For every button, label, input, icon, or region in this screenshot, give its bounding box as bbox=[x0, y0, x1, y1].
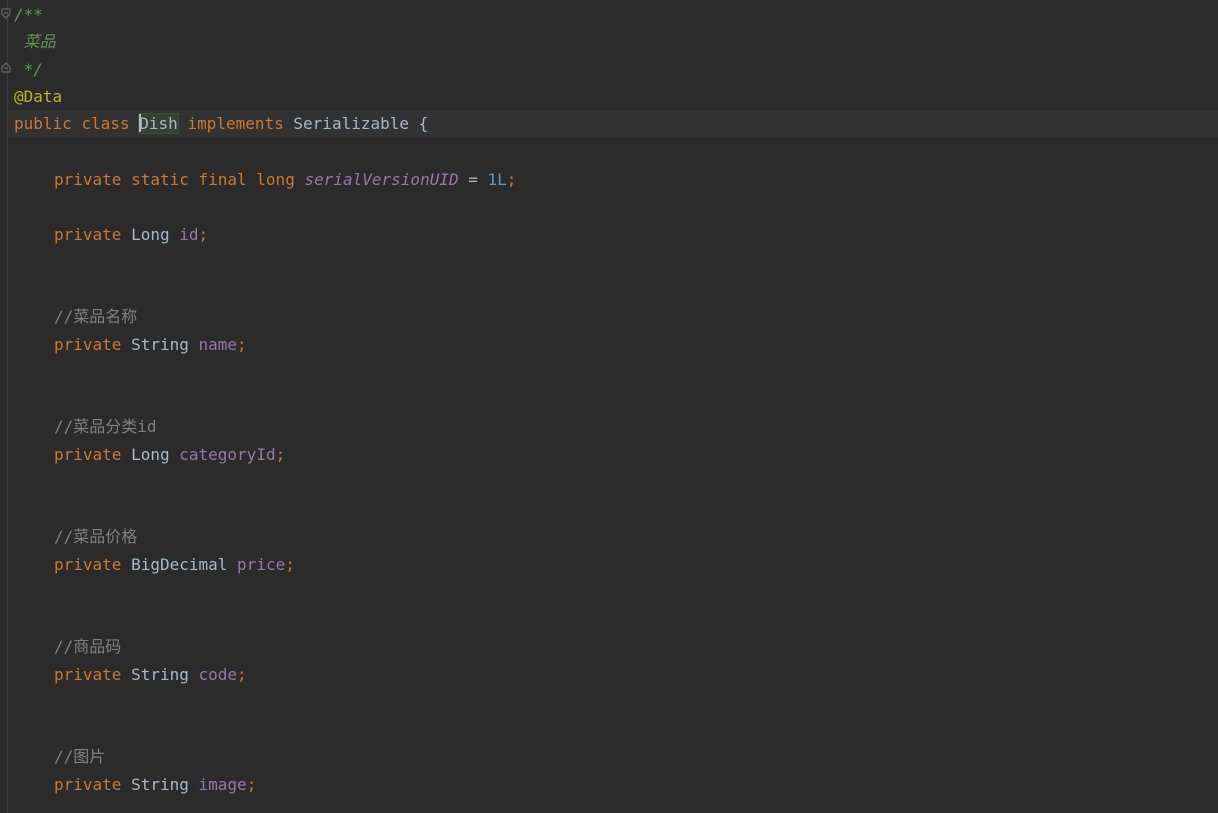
numeric-literal: 1L bbox=[487, 170, 507, 189]
field-id[interactable]: private Long id; bbox=[54, 221, 208, 248]
assign-operator: = bbox=[468, 170, 478, 189]
field-modifier: private bbox=[54, 225, 122, 244]
comment-name: //菜品名称 bbox=[54, 307, 138, 326]
interface-name[interactable]: Serializable bbox=[293, 114, 409, 133]
field-type[interactable]: Long bbox=[131, 225, 170, 244]
field-type[interactable]: String bbox=[131, 335, 189, 354]
semicolon: ; bbox=[237, 665, 247, 684]
field-type[interactable]: BigDecimal bbox=[131, 555, 227, 574]
field-type[interactable]: Long bbox=[131, 445, 170, 464]
comment-category-id: //菜品分类id bbox=[54, 417, 157, 436]
field-image[interactable]: private String image; bbox=[54, 771, 256, 798]
field-modifiers: private static final long bbox=[54, 170, 295, 189]
doc-comment-open: /** bbox=[14, 5, 43, 24]
field-modifier: private bbox=[54, 775, 122, 794]
field-name[interactable]: serialVersionUID bbox=[304, 170, 458, 189]
serial-version-field[interactable]: private static final long serialVersionU… bbox=[54, 166, 516, 193]
semicolon: ; bbox=[198, 225, 209, 244]
public-keyword: public bbox=[14, 114, 72, 133]
field-name[interactable]: name bbox=[199, 335, 238, 354]
field-name[interactable]: code bbox=[199, 665, 238, 684]
class-name[interactable]: Dish bbox=[138, 113, 179, 134]
code-editor[interactable]: /** 菜品 */ @Data public class Dish implem… bbox=[0, 0, 1218, 813]
field-name[interactable]: image bbox=[199, 775, 247, 794]
semicolon: ; bbox=[246, 775, 257, 794]
field-modifier: private bbox=[54, 555, 122, 574]
field-type[interactable]: String bbox=[131, 665, 189, 684]
semicolon: ; bbox=[285, 555, 295, 574]
field-name[interactable]: categoryId bbox=[179, 445, 275, 464]
field-type[interactable]: String bbox=[131, 775, 189, 794]
implements-keyword: implements bbox=[187, 114, 284, 133]
comment-code: //商品码 bbox=[54, 637, 122, 656]
open-brace: { bbox=[418, 114, 429, 133]
field-name[interactable]: id bbox=[179, 225, 198, 244]
field-name[interactable]: price bbox=[237, 555, 285, 574]
field-code[interactable]: private String code; bbox=[54, 661, 247, 688]
fold-collapse-icon[interactable] bbox=[1, 8, 11, 20]
comment-price: //菜品价格 bbox=[54, 527, 138, 546]
field-category-id[interactable]: private Long categoryId; bbox=[54, 441, 285, 468]
semicolon: ; bbox=[275, 445, 286, 464]
field-price[interactable]: private BigDecimal price; bbox=[54, 551, 295, 578]
semicolon: ; bbox=[506, 170, 517, 189]
semicolon: ; bbox=[237, 335, 247, 354]
fold-end-icon[interactable] bbox=[1, 61, 11, 73]
class-keyword: class bbox=[81, 114, 130, 133]
field-modifier: private bbox=[54, 335, 122, 354]
doc-comment-close: */ bbox=[14, 60, 43, 79]
field-modifier: private bbox=[54, 445, 122, 464]
data-annotation[interactable]: @Data bbox=[14, 83, 62, 110]
field-modifier: private bbox=[54, 665, 122, 684]
doc-comment-text: 菜品 bbox=[14, 32, 56, 51]
class-declaration[interactable]: public class Dish implements Serializabl… bbox=[14, 110, 428, 137]
comment-image: //图片 bbox=[54, 747, 106, 766]
field-name-decl[interactable]: private String name; bbox=[54, 331, 247, 358]
